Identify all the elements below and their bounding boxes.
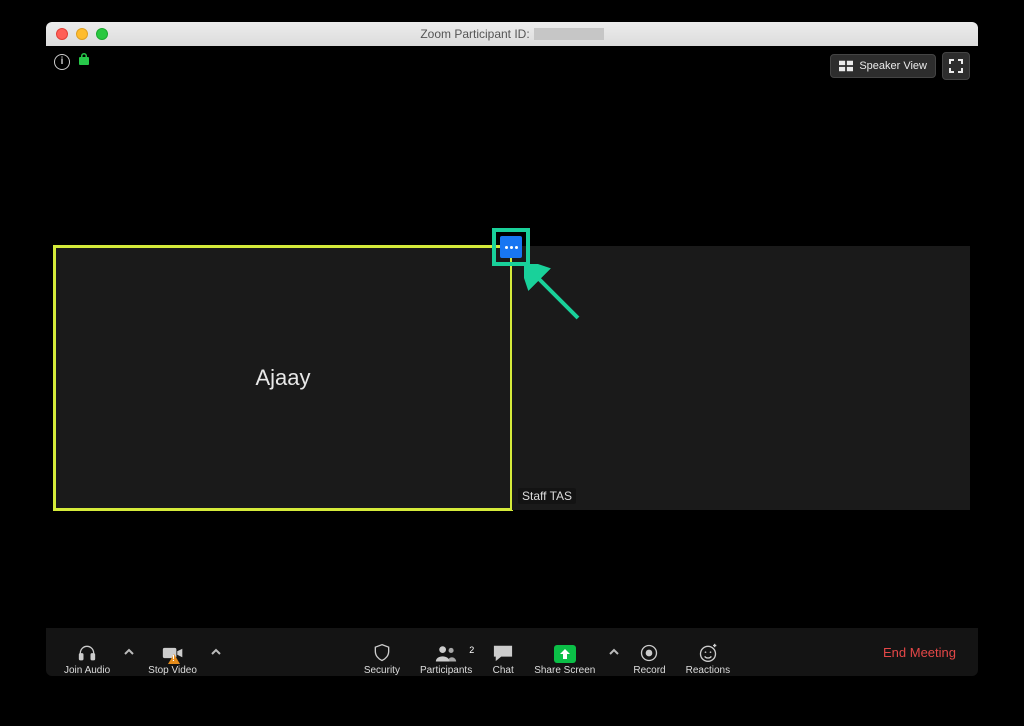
headphones-icon	[76, 643, 98, 663]
share-screen-label: Share Screen	[534, 665, 595, 676]
join-audio-label: Join Audio	[64, 665, 110, 676]
security-button[interactable]: Security	[354, 643, 410, 676]
traffic-lights	[56, 28, 108, 40]
meeting-toolbar: Join Audio Stop Video	[46, 628, 978, 676]
top-right-overlay: Speaker View	[830, 52, 970, 80]
video-warning-icon	[168, 654, 180, 664]
meeting-canvas: i Speaker View Ajaa	[46, 46, 978, 628]
tile-more-menu-highlight	[492, 228, 530, 266]
participants-button[interactable]: 2 Participants	[410, 643, 482, 676]
chat-label: Chat	[493, 665, 514, 676]
minimize-window-button[interactable]	[76, 28, 88, 40]
share-screen-button[interactable]: Share Screen	[524, 645, 605, 676]
end-meeting-label: End Meeting	[883, 645, 956, 660]
participants-label: Participants	[420, 665, 472, 676]
join-audio-caret[interactable]	[120, 628, 138, 676]
close-window-button[interactable]	[56, 28, 68, 40]
people-icon	[435, 643, 457, 663]
chat-icon	[492, 643, 514, 663]
gallery-icon	[839, 60, 853, 72]
record-icon	[638, 643, 660, 663]
share-screen-caret[interactable]	[605, 628, 623, 676]
toolbar-center: Security 2 Participants Chat	[354, 628, 740, 676]
participant-tile[interactable]: Staff TAS	[512, 246, 970, 510]
active-speaker-name: Ajaay	[255, 365, 310, 391]
zoom-window: Zoom Participant ID: i Speaker View	[46, 22, 978, 676]
participant-tile-label: Staff TAS	[518, 488, 576, 504]
join-audio-button[interactable]: Join Audio	[54, 643, 120, 676]
encryption-lock-icon[interactable]	[78, 52, 90, 71]
fullscreen-icon	[949, 59, 963, 73]
reactions-button[interactable]: Reactions	[676, 643, 740, 676]
participants-count-badge: 2	[469, 645, 474, 655]
stop-video-button[interactable]: Stop Video	[138, 643, 207, 676]
top-left-overlay: i	[54, 52, 90, 71]
participant-id-redacted	[534, 28, 604, 40]
tile-more-menu-button[interactable]	[500, 236, 522, 258]
record-button[interactable]: Record	[623, 643, 675, 676]
window-title: Zoom Participant ID:	[46, 27, 978, 41]
end-meeting-button[interactable]: End Meeting	[869, 645, 970, 660]
fullscreen-button[interactable]	[942, 52, 970, 80]
window-title-text: Zoom Participant ID:	[420, 27, 529, 41]
shield-icon	[371, 643, 393, 663]
window-titlebar: Zoom Participant ID:	[46, 22, 978, 46]
meeting-info-icon[interactable]: i	[54, 54, 70, 70]
toolbar-left: Join Audio Stop Video	[54, 628, 225, 676]
view-toggle-label: Speaker View	[859, 60, 927, 72]
share-screen-icon	[554, 645, 576, 663]
smile-icon	[697, 643, 719, 663]
stop-video-caret[interactable]	[207, 628, 225, 676]
zoom-window-button[interactable]	[96, 28, 108, 40]
stop-video-label: Stop Video	[148, 665, 197, 676]
video-tiles: Ajaay Staff TAS	[54, 246, 970, 510]
record-label: Record	[633, 665, 665, 676]
chat-button[interactable]: Chat	[482, 643, 524, 676]
security-label: Security	[364, 665, 400, 676]
reactions-label: Reactions	[686, 665, 730, 676]
view-toggle-button[interactable]: Speaker View	[830, 54, 936, 78]
active-speaker-tile[interactable]: Ajaay	[54, 246, 512, 510]
